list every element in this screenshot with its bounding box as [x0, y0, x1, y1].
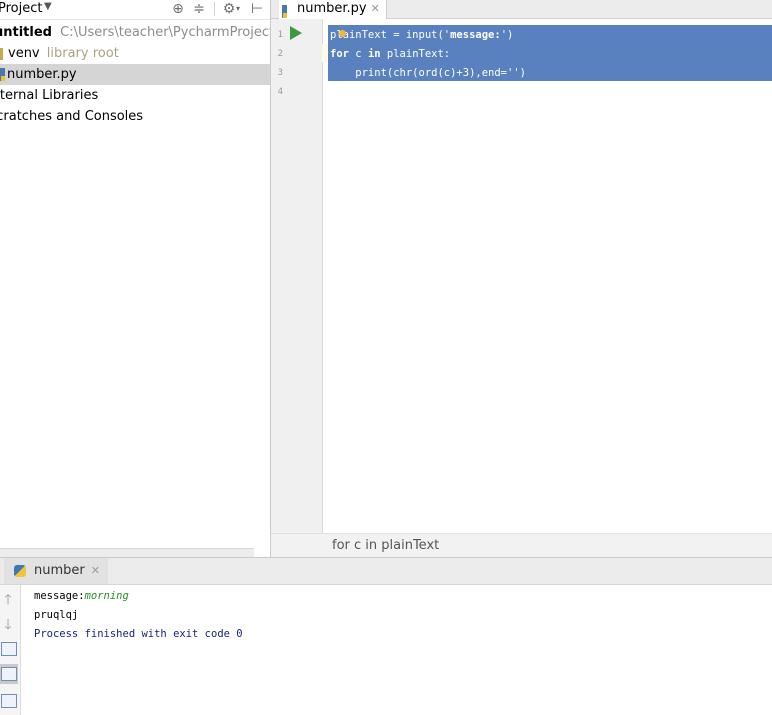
run-tab-label: number — [34, 563, 85, 578]
venv-name: venv — [8, 46, 40, 61]
toolbar-divider — [214, 2, 215, 16]
console-user-input: morning — [84, 590, 129, 602]
line-number: 4 — [277, 87, 283, 97]
line-number: 2 — [277, 49, 283, 59]
tree-item-scratches[interactable]: Scratches and Consoles — [0, 106, 270, 127]
scroll-to-end-icon[interactable] — [1, 667, 17, 681]
console-line-2: pruqlqj — [34, 609, 79, 621]
collapse-all-icon[interactable]: ≑ — [190, 0, 208, 18]
project-panel-header: Project ▼ ⊕ ≑ ⚙ ▾ ⊢ — [0, 0, 270, 20]
folder-icon — [0, 47, 3, 60]
tree-item-root[interactable]: untitled C:\Users\teacher\PycharmProject… — [0, 22, 270, 43]
code-line-1[interactable]: plainText = input('message:') — [330, 26, 513, 44]
code-line-3[interactable]: print(chr(ord(c)+3),end='') — [330, 64, 526, 82]
run-triangle-icon[interactable] — [290, 26, 302, 40]
crosshair-icon[interactable]: ⊕ — [169, 0, 187, 18]
project-panel-title[interactable]: Project — [0, 1, 42, 16]
line-number: 3 — [277, 68, 283, 78]
line-number: 1 — [277, 30, 283, 40]
close-icon[interactable]: ✕ — [91, 564, 100, 577]
python-file-icon — [0, 68, 5, 81]
code-line-2[interactable]: for c in plainText: — [330, 45, 450, 63]
arrow-up-icon[interactable]: 🡑 — [0, 589, 16, 613]
root-path: C:\Users\teacher\PycharmProjects\untitle… — [60, 25, 270, 40]
run-panel-header — [0, 558, 772, 585]
gear-dropdown-icon[interactable]: ▾ — [236, 4, 240, 13]
tab-number-py[interactable]: number.py ✕ — [279, 0, 387, 19]
tree-item-number-py[interactable]: number.py — [0, 64, 270, 85]
chevron-down-icon[interactable]: ▼ — [44, 1, 52, 12]
tree-item-venv[interactable]: venv library root — [0, 43, 270, 64]
scratches-label: Scratches and Consoles — [0, 109, 144, 124]
console-prompt: message: — [34, 590, 85, 602]
console-exit-message: Process finished with exit code 0 — [34, 628, 243, 640]
console-line-1: message:morning — [34, 587, 129, 605]
hide-panel-icon[interactable]: ⊢ — [248, 0, 266, 18]
python-icon — [14, 565, 26, 577]
soft-wrap-icon[interactable] — [1, 642, 17, 656]
file-name: number.py — [7, 67, 77, 82]
print-icon[interactable] — [1, 694, 17, 708]
root-name: untitled — [0, 25, 52, 40]
intention-bulb-icon[interactable] — [339, 30, 346, 37]
tab-label: number.py — [297, 1, 367, 16]
arrow-down-icon[interactable]: 🡓 — [0, 614, 16, 638]
breadcrumb[interactable]: for c in plainText — [332, 538, 439, 553]
tree-item-external-libraries[interactable]: External Libraries — [0, 85, 270, 106]
venv-note: library root — [46, 46, 119, 61]
external-libraries-label: External Libraries — [0, 88, 99, 103]
close-icon[interactable]: ✕ — [371, 2, 380, 15]
